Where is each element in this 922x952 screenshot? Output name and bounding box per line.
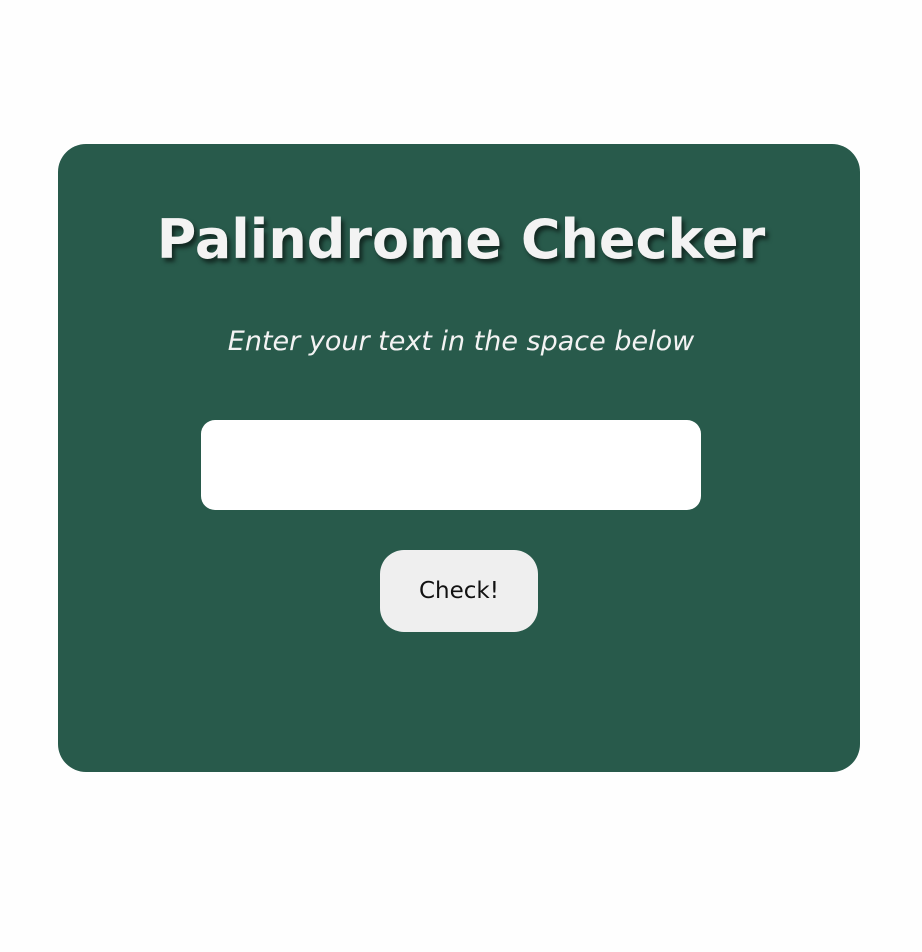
text-input[interactable] [201, 420, 701, 510]
instructions-text: Enter your text in the space below [227, 326, 695, 357]
page-title: Palindrome Checker [156, 208, 766, 271]
check-button[interactable]: Check! [380, 550, 538, 632]
